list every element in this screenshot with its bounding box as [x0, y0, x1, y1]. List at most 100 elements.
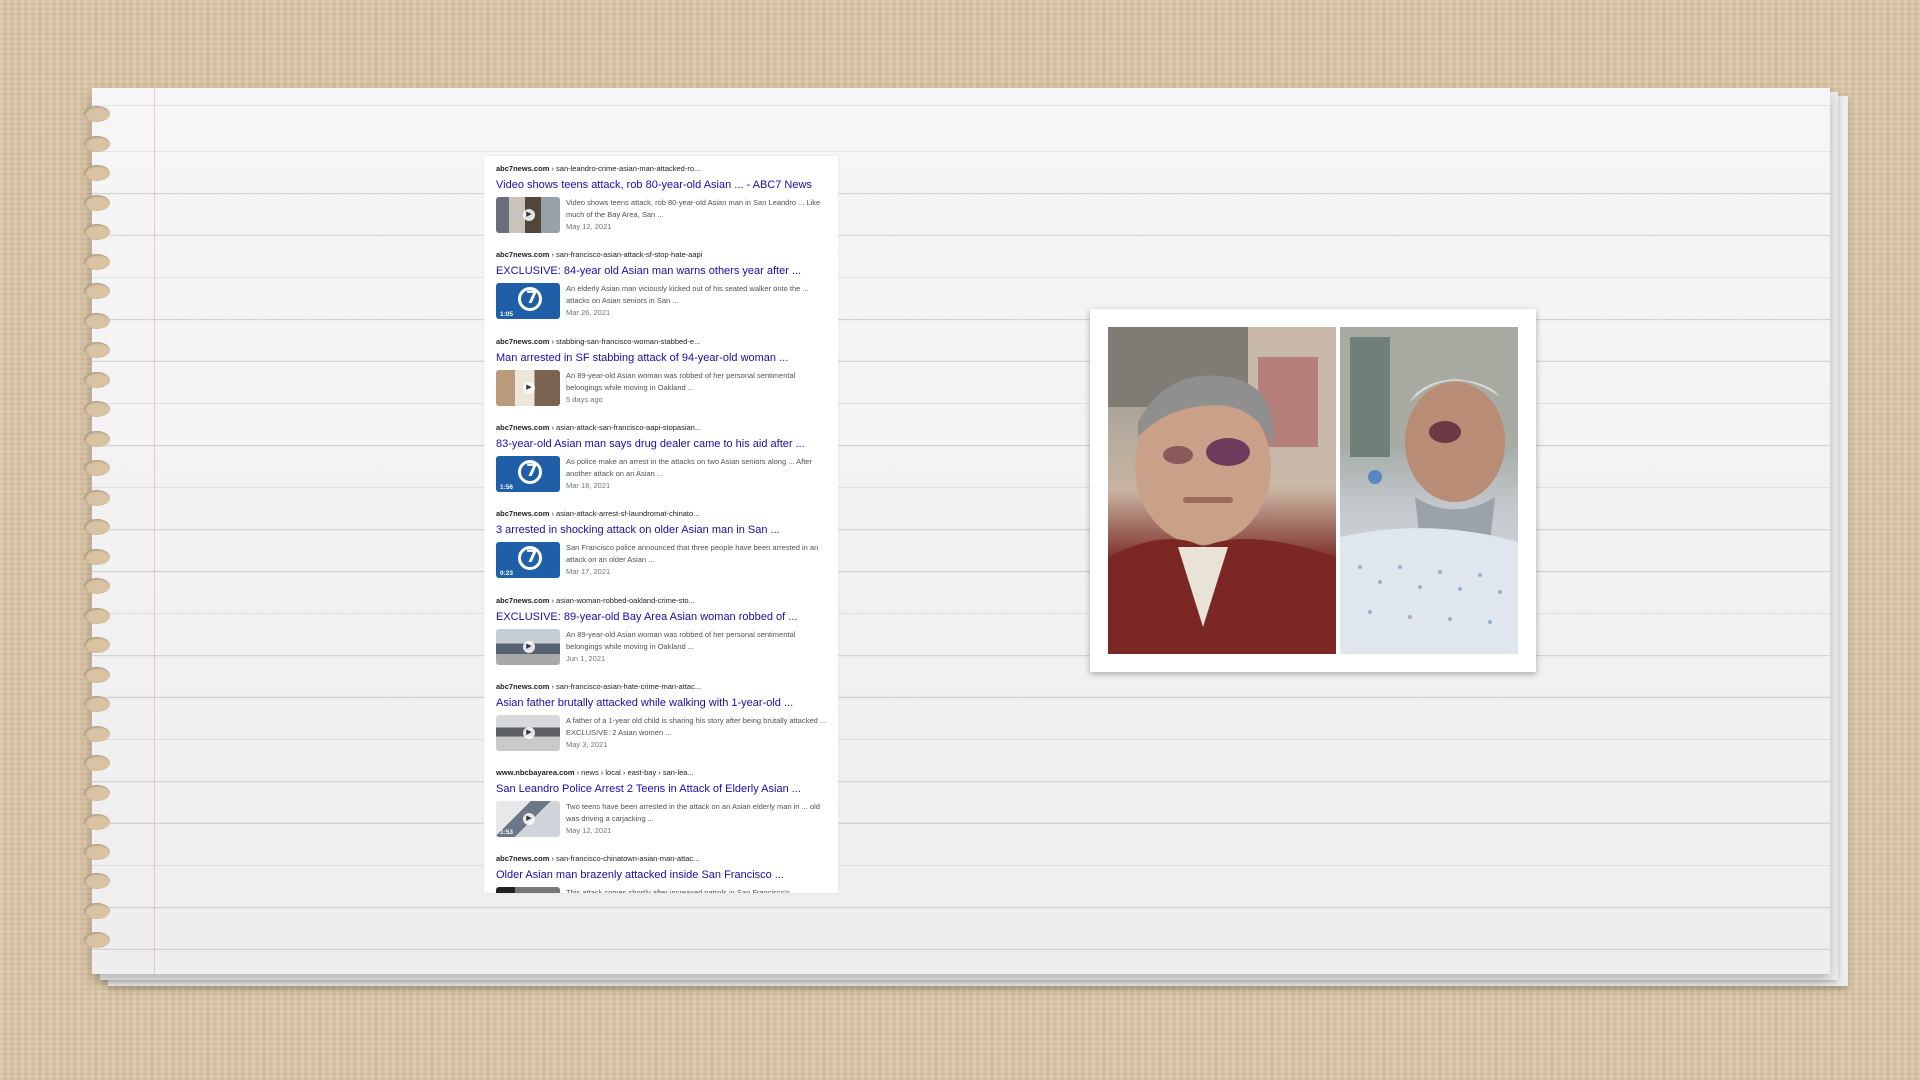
- result-thumbnail[interactable]: ▶: [496, 197, 560, 233]
- binder-hole: [84, 224, 110, 240]
- result-title-link[interactable]: Man arrested in SF stabbing attack of 94…: [496, 352, 830, 364]
- search-result: abc7news.com › asian-attack-arrest-sf-la…: [496, 509, 830, 580]
- result-body: 0:23 San Francisco police announced that …: [496, 542, 830, 580]
- result-domain: abc7news.com: [496, 681, 550, 691]
- result-thumbnail[interactable]: 0:23: [496, 542, 560, 579]
- play-icon: ▶: [523, 726, 535, 739]
- binder-hole: [84, 814, 110, 830]
- search-result: abc7news.com › asian-woman-robbed-oaklan…: [496, 596, 830, 667]
- result-title-link[interactable]: San Leandro Police Arrest 2 Teens in Att…: [496, 783, 830, 795]
- search-result: abc7news.com › san-francisco-chinatown-a…: [496, 854, 830, 893]
- snippet-text: An 89-year-old Asian woman was robbed of…: [566, 370, 796, 392]
- snippet-text: An elderly Asian man viciously kicked ou…: [566, 284, 809, 306]
- binder-hole: [84, 932, 110, 948]
- result-date: Jun 1, 2021: [566, 653, 606, 663]
- result-path: › news › local › east-bay › san-lea...: [574, 768, 694, 778]
- binder-hole: [84, 371, 110, 388]
- binder-hole: [84, 578, 110, 594]
- search-results-screenshot: abc7news.com › san-leandro-crime-asian-m…: [484, 156, 838, 893]
- search-result: www.nbcbayarea.com › news › local › east…: [496, 768, 830, 839]
- torn-spiral-edge: [84, 88, 132, 974]
- result-url[interactable]: abc7news.com › san-francisco-asian-hate-…: [496, 682, 830, 691]
- result-thumbnail[interactable]: ▶: [496, 628, 560, 665]
- result-thumbnail[interactable]: ▶: [496, 714, 560, 751]
- result-title-link[interactable]: EXCLUSIVE: 89-year-old Bay Area Asian wo…: [496, 611, 830, 623]
- result-path: › asian-woman-robbed-oakland-crime-sto..…: [549, 595, 695, 605]
- video-duration: 1:05: [500, 311, 514, 319]
- binder-hole: [84, 489, 110, 506]
- abc7-logo-icon: [518, 546, 542, 571]
- binder-hole: [84, 843, 110, 860]
- result-thumbnail[interactable]: 1:56: [496, 455, 560, 492]
- result-snippet: An 89-year-old Asian woman was robbed of…: [566, 370, 830, 406]
- result-domain: abc7news.com: [496, 854, 550, 864]
- result-url[interactable]: abc7news.com › san-francisco-asian-attac…: [496, 250, 830, 259]
- binder-hole: [84, 194, 110, 211]
- search-result: abc7news.com › san-francisco-asian-attac…: [496, 250, 830, 321]
- photo-collage: [1090, 309, 1536, 672]
- photo-injured-woman: [1108, 327, 1336, 654]
- result-path: › san-francisco-chinatown-asian-man-atta…: [549, 854, 700, 864]
- binder-hole: [84, 430, 110, 447]
- result-url[interactable]: abc7news.com › san-leandro-crime-asian-m…: [496, 164, 830, 173]
- result-thumbnail[interactable]: ▶: [496, 369, 560, 406]
- binder-hole: [84, 666, 110, 683]
- binder-hole: [84, 548, 110, 565]
- result-domain: abc7news.com: [496, 250, 550, 260]
- binder-hole: [84, 342, 110, 358]
- result-title-link[interactable]: Video shows teens attack, rob 80-year-ol…: [496, 179, 830, 191]
- photo-injured-man: [1340, 327, 1518, 654]
- snippet-text: An 89-year-old Asian woman was robbed of…: [566, 629, 796, 651]
- result-url[interactable]: abc7news.com › asian-attack-arrest-sf-la…: [496, 509, 830, 518]
- result-body: 1:05 An elderly Asian man viciously kicke…: [496, 283, 830, 321]
- result-thumbnail[interactable]: 1:05: [496, 283, 560, 320]
- result-date: May 3, 2021: [566, 739, 608, 749]
- result-thumbnail[interactable]: ▶: [496, 887, 560, 893]
- result-url[interactable]: abc7news.com › san-francisco-chinatown-a…: [496, 854, 830, 863]
- result-thumbnail[interactable]: ▶ 1:53: [496, 801, 560, 838]
- result-snippet: Video shows teens attack, rob 80-year-ol…: [566, 197, 830, 233]
- result-title-link[interactable]: EXCLUSIVE: 84-year old Asian man warns o…: [496, 265, 830, 277]
- binder-hole: [84, 460, 110, 476]
- search-result: abc7news.com › san-francisco-asian-hate-…: [496, 682, 830, 753]
- binder-hole: [84, 637, 110, 653]
- result-body: ▶ Video shows teens attack, rob 80-year-o…: [496, 197, 830, 235]
- result-url[interactable]: abc7news.com › asian-attack-san-francisc…: [496, 423, 830, 432]
- result-domain: abc7news.com: [496, 336, 550, 346]
- search-result: abc7news.com › san-leandro-crime-asian-m…: [496, 164, 830, 235]
- binder-hole: [84, 725, 110, 742]
- result-domain: www.nbcbayarea.com: [496, 768, 575, 778]
- result-title-link[interactable]: Older Asian man brazenly attacked inside…: [496, 869, 830, 881]
- result-url[interactable]: abc7news.com › stabbing-san-francisco-wo…: [496, 337, 830, 346]
- result-url[interactable]: www.nbcbayarea.com › news › local › east…: [496, 768, 830, 777]
- binder-hole: [84, 135, 110, 152]
- result-snippet: An elderly Asian man viciously kicked ou…: [566, 283, 830, 319]
- search-result: abc7news.com › asian-attack-san-francisc…: [496, 423, 830, 494]
- binder-hole: [84, 902, 110, 919]
- play-icon: ▶: [523, 640, 535, 653]
- result-title-link[interactable]: 83-year-old Asian man says drug dealer c…: [496, 438, 830, 450]
- result-url[interactable]: abc7news.com › asian-woman-robbed-oaklan…: [496, 596, 830, 605]
- result-body: ▶ A father of a 1-year old child is shari…: [496, 714, 830, 753]
- result-date: May 12, 2021: [566, 826, 612, 836]
- result-snippet: San Francisco police announced that thre…: [566, 542, 830, 578]
- result-path: › stabbing-san-francisco-woman-stabbed-e…: [549, 336, 701, 346]
- result-title-link[interactable]: Asian father brutally attacked while wal…: [496, 697, 830, 709]
- result-date: 5 days ago: [566, 394, 603, 404]
- binder-hole: [84, 165, 110, 181]
- binder-hole: [84, 283, 110, 299]
- result-snippet: This attack comes shortly after increase…: [566, 887, 830, 893]
- snippet-text: A father of a 1-year old child is sharin…: [566, 715, 827, 737]
- snippet-text: San Francisco police announced that thre…: [566, 543, 819, 565]
- result-title-link[interactable]: 3 arrested in shocking attack on older A…: [496, 524, 830, 536]
- notebook-paper: [84, 88, 1830, 974]
- binder-hole: [84, 696, 110, 712]
- binder-hole: [84, 312, 110, 329]
- play-icon: ▶: [523, 381, 535, 394]
- result-path: › san-leandro-crime-asian-man-attacked-r…: [549, 164, 701, 173]
- result-snippet: As police make an arrest in the attacks …: [566, 456, 830, 492]
- snippet-text: As police make an arrest in the attacks …: [566, 456, 812, 478]
- binder-hole: [84, 755, 110, 771]
- result-snippet: An 89-year-old Asian woman was robbed of…: [566, 629, 830, 665]
- video-duration: 0:23: [500, 570, 514, 578]
